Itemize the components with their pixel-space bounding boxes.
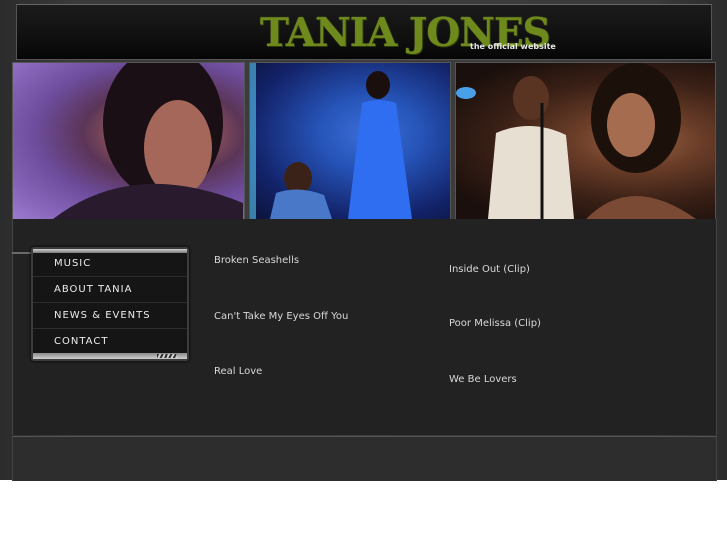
- song-link-we-be-lovers[interactable]: We Be Lovers: [449, 374, 517, 385]
- nav-item-music[interactable]: MUSIC: [33, 251, 187, 277]
- song-link-inside-out-clip[interactable]: Inside Out (Clip): [449, 264, 530, 275]
- tania-band-photo: [455, 62, 716, 220]
- song-link-cant-take-my-eyes-off-you[interactable]: Can't Take My Eyes Off You: [214, 311, 348, 322]
- nav-item-about-tania[interactable]: ABOUT TANIA: [33, 277, 187, 303]
- main-navigation: MUSIC ABOUT TANIA NEWS & EVENTS CONTACT: [31, 247, 189, 361]
- site-footer: [12, 436, 717, 481]
- band-figures: [456, 63, 696, 219]
- tania-portrait-photo: [12, 62, 245, 220]
- song-link-poor-melissa-clip[interactable]: Poor Melissa (Clip): [449, 318, 541, 329]
- nav-item-label: ABOUT TANIA: [54, 284, 133, 295]
- site-logo-subtitle: the official website: [470, 42, 556, 51]
- portrait-figure: [53, 63, 243, 219]
- stage-figures: [250, 63, 412, 219]
- site-header: TANIA JONES the official website: [16, 4, 712, 60]
- nav-item-label: NEWS & EVENTS: [54, 310, 151, 321]
- song-link-broken-seashells[interactable]: Broken Seashells: [214, 255, 299, 266]
- menu-bottom-bar: [33, 353, 187, 359]
- song-link-real-love[interactable]: Real Love: [214, 366, 262, 377]
- nav-item-label: MUSIC: [54, 258, 92, 269]
- nav-item-contact[interactable]: CONTACT: [33, 329, 187, 355]
- site-frame: TANIA JONES the official website MUSIC A…: [0, 0, 727, 481]
- nav-item-label: CONTACT: [54, 336, 109, 347]
- tania-stage-photo: [249, 62, 451, 220]
- nav-item-news-events[interactable]: NEWS & EVENTS: [33, 303, 187, 329]
